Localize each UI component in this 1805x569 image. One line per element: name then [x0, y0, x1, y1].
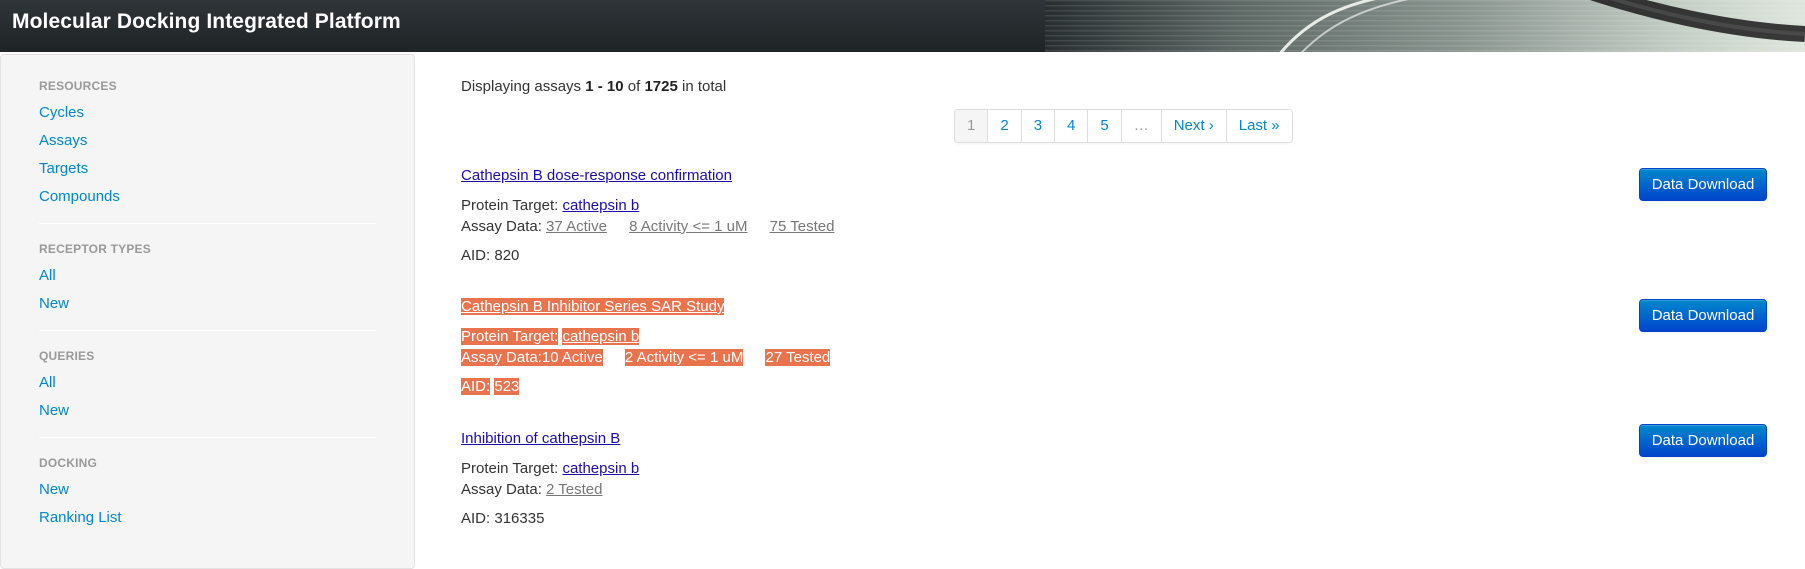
protein-target-link[interactable]: cathepsin b — [562, 197, 639, 214]
nav-header-receptor-types: Receptor Types — [39, 242, 151, 256]
page-ellipsis: … — [1120, 110, 1161, 142]
assay-data-label: Assay Data: — [461, 349, 542, 366]
protein-target-label: Protein Target: — [461, 328, 559, 345]
active-count-link[interactable]: 10 Active — [541, 349, 603, 366]
app-title[interactable]: Molecular Docking Integrated Platform — [12, 10, 401, 34]
summary-prefix: Displaying assays — [461, 78, 582, 95]
results-summary: Displaying assays 1 - 10 of 1725 in tota… — [461, 78, 726, 95]
sidebar-item-receptor-new[interactable]: New — [39, 290, 376, 318]
assay-data-line: Assay Data: 2 Tested — [461, 479, 1805, 500]
sidebar-item-receptor-all[interactable]: All — [39, 262, 376, 290]
assay-data-label: Assay Data: — [461, 481, 542, 498]
assay-item: Cathepsin B dose-response confirmation P… — [461, 167, 1805, 264]
pagination: 1 2 3 4 5 … Next › Last » — [954, 109, 1293, 143]
protein-target-line: Protein Target: cathepsin b — [461, 326, 1805, 347]
assay-id: AID: 316335 — [461, 510, 1805, 527]
nav-header-resources: Resources — [39, 79, 117, 93]
sidebar-item-cycles[interactable]: Cycles — [39, 99, 376, 127]
nav-divider — [39, 330, 376, 331]
protein-target-line: Protein Target: cathepsin b — [461, 458, 1805, 479]
assay-data-label: Assay Data: — [461, 218, 542, 235]
protein-target-line: Protein Target: cathepsin b — [461, 195, 1805, 216]
page-5-link[interactable]: 5 — [1087, 110, 1121, 142]
tested-count-link[interactable]: 27 Tested — [765, 349, 831, 366]
sidebar-item-ranking-list[interactable]: Ranking List — [39, 504, 376, 532]
sidebar-nav: Resources Cycles Assays Targets Compound… — [0, 54, 415, 569]
next-page-link[interactable]: Next › — [1160, 110, 1226, 142]
aid-label: AID: — [461, 378, 491, 395]
page-4-link[interactable]: 4 — [1054, 110, 1088, 142]
top-navbar: Molecular Docking Integrated Platform — [0, 0, 1805, 52]
assay-title-link[interactable]: Inhibition of cathepsin B — [461, 430, 620, 447]
page-1-link[interactable]: 1 — [955, 110, 988, 142]
aid-value: 316335 — [494, 510, 545, 527]
aid-value: 820 — [494, 247, 520, 264]
protein-target-link[interactable]: cathepsin b — [562, 328, 640, 345]
page-3-link[interactable]: 3 — [1020, 110, 1055, 142]
last-page-link[interactable]: Last » — [1225, 110, 1292, 142]
assay-title-link[interactable]: Cathepsin B dose-response confirmation — [461, 167, 732, 184]
summary-range: 1 - 10 — [585, 78, 624, 95]
active-count-link[interactable]: 37 Active — [546, 218, 607, 235]
sidebar-item-targets[interactable]: Targets — [39, 155, 376, 183]
aid-label: AID: — [461, 510, 491, 527]
sidebar-item-queries-new[interactable]: New — [39, 397, 376, 425]
summary-of: of — [627, 78, 641, 95]
activity-threshold-link[interactable]: 8 Activity <= 1 uM — [629, 218, 747, 235]
summary-suffix: in total — [682, 78, 727, 95]
assay-data-line: Assay Data: 37 Active 8 Activity <= 1 uM… — [461, 216, 1805, 237]
sidebar-item-assays[interactable]: Assays — [39, 127, 376, 155]
assay-item-highlighted: Cathepsin B Inhibitor Series SAR Study P… — [461, 298, 1805, 395]
aid-label: AID: — [461, 247, 491, 264]
nav-divider — [39, 437, 376, 438]
data-download-button[interactable]: Data Download — [1639, 168, 1767, 201]
aid-value: 523 — [494, 378, 520, 395]
protein-target-label: Protein Target: — [461, 197, 559, 214]
protein-target-link[interactable]: cathepsin b — [562, 460, 639, 477]
assay-title-link[interactable]: Cathepsin B Inhibitor Series SAR Study — [461, 298, 725, 315]
nav-header-docking: Docking — [39, 456, 98, 470]
tested-count-link[interactable]: 2 Tested — [546, 481, 602, 498]
tested-count-link[interactable]: 75 Tested — [770, 218, 835, 235]
assay-id: AID: 820 — [461, 247, 1805, 264]
sidebar-item-queries-all[interactable]: All — [39, 369, 376, 397]
activity-threshold-link[interactable]: 2 Activity <= 1 uM — [624, 349, 744, 366]
assay-item: Inhibition of cathepsin B Protein Target… — [461, 424, 1805, 527]
page-2-link[interactable]: 2 — [987, 110, 1021, 142]
summary-total: 1725 — [644, 78, 678, 95]
nav-header-queries: Queries — [39, 349, 95, 363]
data-download-button[interactable]: Data Download — [1639, 299, 1767, 332]
header-banner-image — [1045, 0, 1805, 52]
assay-id: AID: 523 — [461, 378, 1805, 395]
protein-target-label: Protein Target: — [461, 460, 559, 477]
data-download-button[interactable]: Data Download — [1639, 424, 1767, 457]
assay-data-line: Assay Data:10 Active 2 Activity <= 1 uM … — [461, 347, 1805, 368]
sidebar-item-compounds[interactable]: Compounds — [39, 183, 376, 211]
sidebar-item-docking-new[interactable]: New — [39, 476, 376, 504]
nav-divider — [39, 223, 376, 224]
